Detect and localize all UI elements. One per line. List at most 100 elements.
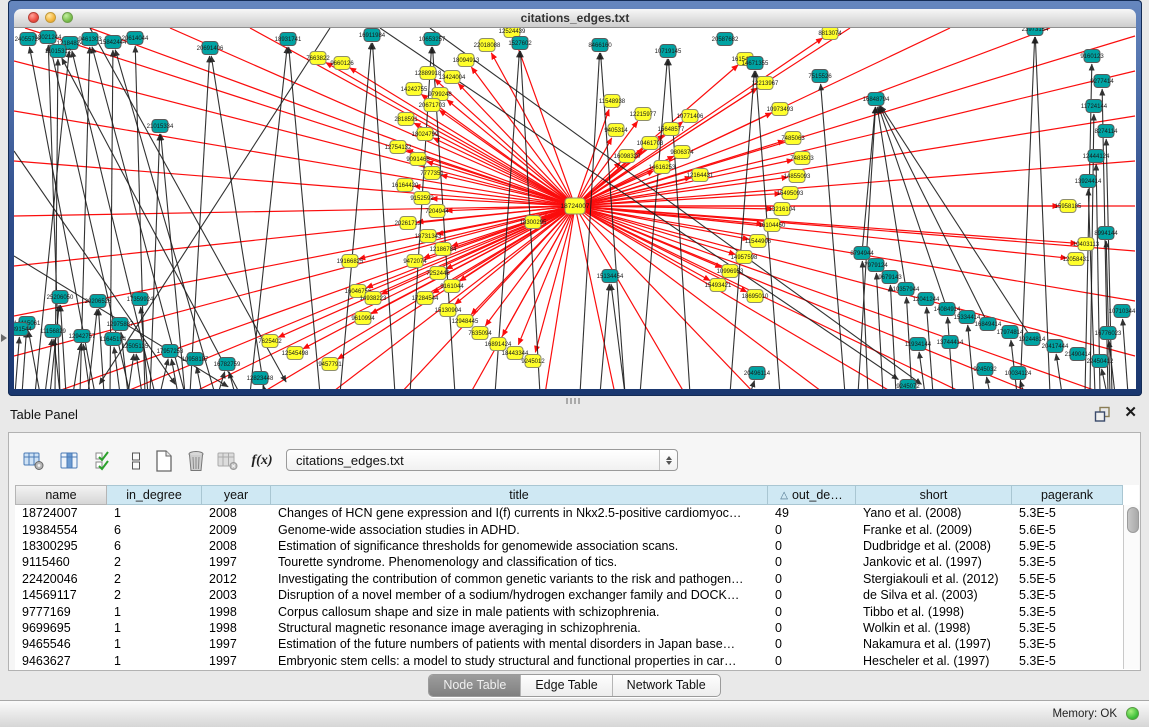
table-header-row: namein_degree year title△out_de…shortpager… — [15, 485, 1139, 505]
network-graph[interactable]: 1154893812215977940531410461703160983201… — [14, 28, 1136, 389]
node-label: 16104450 — [759, 223, 786, 229]
node-label: 9472074 — [403, 259, 427, 265]
memory-ok-indicator-icon — [1126, 707, 1139, 720]
table-cell: 5.3E-5 — [1012, 605, 1123, 619]
table-row[interactable]: 946554611997Estimation of the future num… — [15, 636, 1139, 652]
new-table-icon[interactable] — [149, 447, 179, 475]
table-cell: 2008 — [202, 539, 271, 553]
table-body: 1872400712008Changes of HCN gene express… — [15, 505, 1139, 669]
tab-edge-table[interactable]: Edge Table — [520, 675, 611, 696]
dropdown-stepper-icon — [659, 450, 677, 470]
network-select-dropdown[interactable]: citations_edges.txt — [286, 449, 678, 471]
table-cell: 0 — [768, 555, 856, 569]
node-label: 12186784 — [430, 247, 457, 253]
node-label: 10461703 — [637, 141, 664, 147]
function-builder-icon[interactable]: f(x) — [247, 447, 277, 475]
close-panel-icon[interactable]: ✕ — [1124, 404, 1137, 421]
column-header-short[interactable]: short — [856, 485, 1012, 505]
sort-ascending-icon: △ — [780, 490, 788, 501]
table-cell: 9465546 — [15, 637, 107, 651]
table-row[interactable]: 911546021997Tourette syndrome. Phenomeno… — [15, 554, 1139, 570]
node-label: 12213967 — [752, 81, 779, 87]
node-label: 8994144 — [1094, 231, 1118, 237]
table-row[interactable]: 1830029562008Estimation of significance … — [15, 538, 1139, 554]
table-cell: 9463627 — [15, 654, 107, 668]
node-label: 9660126 — [330, 61, 354, 67]
table-settings-icon[interactable] — [19, 447, 49, 475]
column-header-name[interactable]: name — [15, 485, 107, 505]
node-label: 9160123 — [1080, 54, 1104, 60]
table-row[interactable]: 1872400712008Changes of HCN gene express… — [15, 505, 1139, 521]
column-header-out_de[interactable]: △out_de… — [768, 485, 856, 505]
node-label: 9391544 — [14, 327, 32, 333]
node-label: 9806374 — [670, 150, 694, 156]
node-label: 13216104 — [769, 207, 796, 213]
tab-network-table[interactable]: Network Table — [612, 675, 720, 696]
table-cell: 0 — [768, 572, 856, 586]
delete-table-icon[interactable] — [181, 447, 211, 475]
node-label: 9277414 — [1090, 79, 1114, 85]
table-cell: Nakamura et al. (1997) — [856, 637, 1012, 651]
splitter-collapse-arrow[interactable] — [1, 334, 7, 342]
table-cell: 2 — [107, 572, 202, 586]
node-label: 9405314 — [604, 128, 628, 134]
node-label: 8813074 — [818, 31, 842, 37]
table-cell: 19384554 — [15, 523, 107, 537]
node-label: 9161044 — [440, 284, 464, 290]
table-row[interactable]: 1456911722003Disruption of a novel membe… — [15, 587, 1139, 603]
node-label: 12058431 — [1063, 257, 1090, 263]
network-edge — [14, 161, 575, 206]
table-cell: Disruption of a novel member of a sodium… — [271, 588, 768, 602]
network-edge — [22, 331, 26, 389]
table-columns-icon[interactable] — [55, 447, 85, 475]
node-label: 16849414 — [975, 322, 1002, 328]
node-label: 16848794 — [863, 97, 890, 103]
table-cell: 5.6E-5 — [1012, 523, 1123, 537]
node-label: 7635094 — [468, 331, 492, 337]
column-header-year[interactable]: year — [202, 485, 271, 505]
table-cell: 2012 — [202, 572, 271, 586]
node-label: 9245032 — [973, 367, 997, 373]
table-scrollbar[interactable] — [1123, 505, 1139, 669]
network-window-titlebar[interactable]: citations_edges.txt — [14, 9, 1136, 28]
table-scrollbar-thumb[interactable] — [1127, 507, 1139, 533]
table-cell: 1997 — [202, 637, 271, 651]
table-row[interactable]: 1938455462009Genome-wide association stu… — [15, 521, 1139, 537]
node-label: 10710344 — [1109, 309, 1136, 315]
column-header-title[interactable]: title — [271, 485, 768, 505]
node-label: 7625402 — [258, 339, 282, 345]
table-cell: 1997 — [202, 654, 271, 668]
network-edge — [880, 106, 1032, 339]
table-cell: 6 — [107, 539, 202, 553]
node-label: 19244814 — [1019, 337, 1046, 343]
table-cell: 1 — [107, 506, 202, 520]
node-label: 19166825 — [337, 259, 364, 265]
table-row[interactable]: 2242004622012Investigating the contribut… — [15, 571, 1139, 587]
table-cell: 5.3E-5 — [1012, 588, 1123, 602]
node-label: 14671355 — [742, 61, 769, 67]
column-header-label: year — [224, 488, 248, 502]
network-edge — [229, 372, 235, 389]
tab-node-table[interactable]: Node Table — [429, 675, 520, 696]
node-label: 11544905 — [745, 239, 772, 245]
network-edge — [750, 381, 754, 389]
node-label: 10958187 — [182, 357, 209, 363]
column-checklist-icon[interactable] — [89, 447, 119, 475]
network-edge — [575, 206, 749, 239]
column-header-pagerank[interactable]: pagerank — [1012, 485, 1123, 505]
node-label: 7483503 — [790, 156, 814, 162]
table-row[interactable]: 969969511998Structural magnetic resonanc… — [15, 620, 1139, 636]
table-cell: 0 — [768, 539, 856, 553]
column-header-in_degree[interactable]: in_degree — [107, 485, 202, 505]
network-canvas[interactable]: 1154893812215977940531410461703160983201… — [14, 28, 1136, 389]
node-label: 22018088 — [474, 43, 501, 49]
float-window-icon[interactable] — [1094, 406, 1111, 423]
table-cell: Franke et al. (2009) — [856, 523, 1012, 537]
table-row[interactable]: 946362711997Embryonic stem cells: a mode… — [15, 653, 1139, 669]
network-edge — [1102, 369, 1107, 389]
network-edge — [99, 28, 330, 384]
table-row[interactable]: 977716911998Corpus callosum shape and si… — [15, 603, 1139, 619]
node-label: 11934144 — [905, 342, 932, 348]
rows-icon[interactable] — [121, 447, 151, 475]
node-label: 16782759 — [214, 362, 241, 368]
